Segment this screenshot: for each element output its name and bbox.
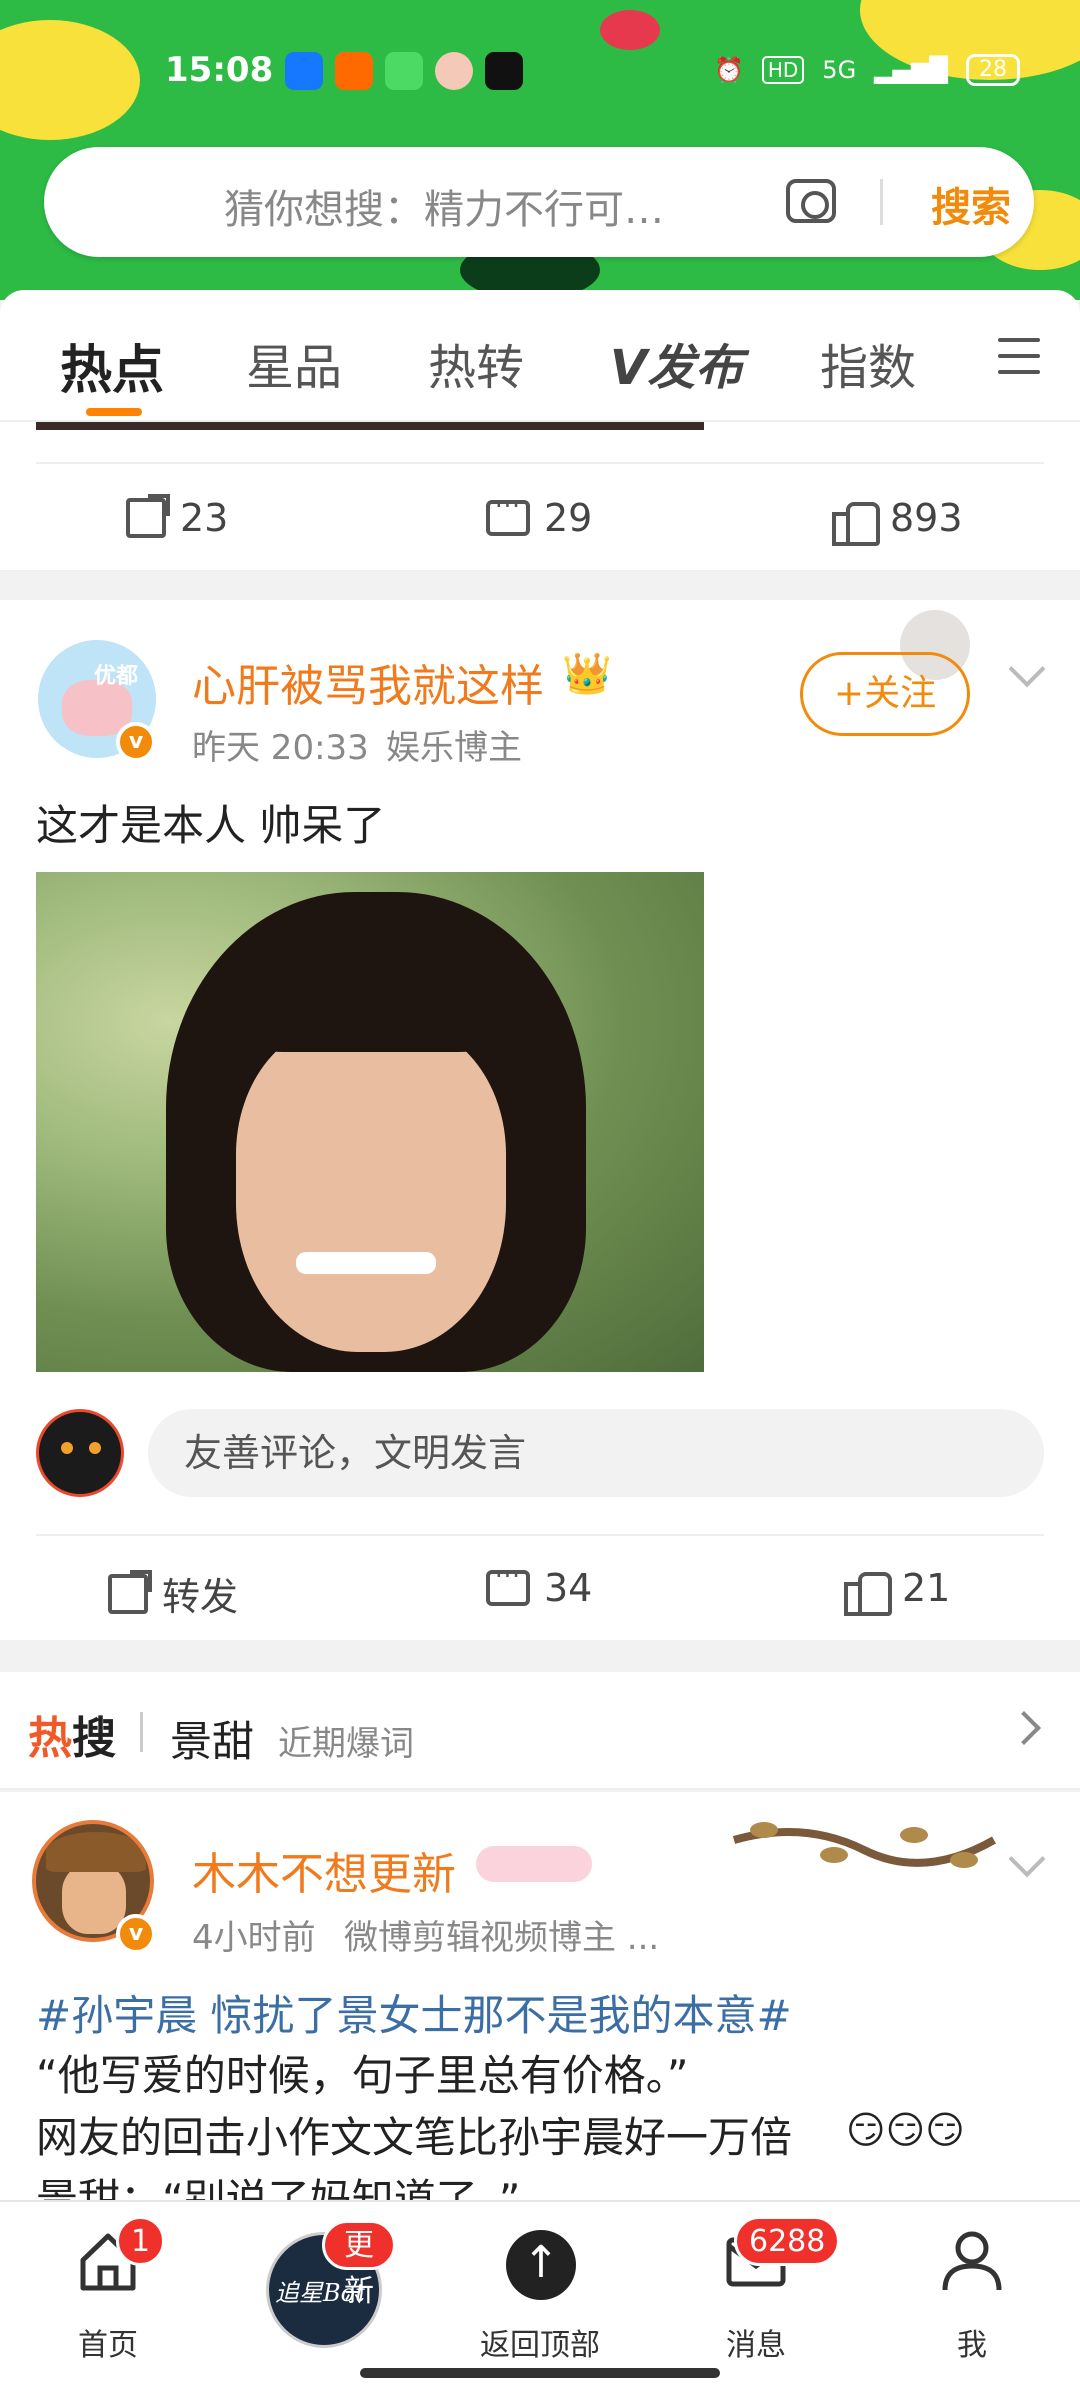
tab-reposts[interactable]: 热转	[428, 328, 524, 398]
verified-badge: v	[116, 722, 156, 762]
branch-decoration-icon	[724, 1800, 1004, 1890]
like-icon	[832, 498, 880, 546]
hot-search-row[interactable]: 热搜 景甜 近期爆词	[0, 1672, 1080, 1790]
hd-indicator: HD	[761, 56, 805, 84]
action-row: 转发 34 21	[0, 1536, 1080, 1646]
tab-hot[interactable]: 热点	[60, 328, 164, 403]
comment-icon	[486, 492, 530, 536]
header-banner: 15:08 ⏰ HD 5G ▂▄▆█ 28 猜你想搜：精力不行可… 搜索	[0, 0, 1080, 300]
post-time: 昨天 20:33	[192, 728, 369, 768]
comment-button[interactable]: 29	[486, 492, 593, 540]
contact-icon	[435, 52, 473, 90]
post-image[interactable]	[36, 872, 704, 1372]
share-label: 转发	[162, 1575, 239, 1619]
username[interactable]: 木木不想更新	[192, 1838, 456, 1902]
hot-tag: 近期爆词	[278, 1724, 414, 1764]
post-text: 这才是本人 帅呆了	[36, 801, 386, 850]
messages-badge: 6288	[734, 2216, 841, 2266]
chevron-right-icon	[1007, 1711, 1041, 1745]
arrow-up-icon: ↑	[506, 2230, 576, 2300]
share-icon	[126, 494, 170, 538]
comment-count: 34	[544, 1566, 593, 1610]
signal-icon: ▂▄▆█	[874, 56, 948, 84]
nav-home-label: 首页	[78, 2328, 138, 2363]
smile-shape	[296, 1252, 436, 1274]
camera-icon[interactable]	[786, 179, 836, 223]
tab-star-products[interactable]: 星品	[246, 328, 342, 398]
taobao-icon	[335, 52, 373, 90]
fan-badge-icon	[476, 1846, 592, 1882]
profile-icon	[942, 2231, 1002, 2291]
nav-me-label: 我	[957, 2328, 987, 2363]
post-image-edge	[36, 422, 704, 430]
search-bar[interactable]: 猜你想搜：精力不行可… 搜索	[44, 147, 1034, 257]
hot-search-logo: 热搜	[28, 1713, 116, 1764]
post-text-line: “他写爱的时候，句子里总有价格。”	[36, 2051, 689, 2100]
fringe-shape	[226, 932, 516, 1052]
status-time: 15:08	[165, 50, 274, 90]
emoji-icons: 😏😏😏	[846, 2108, 965, 2152]
like-icon	[844, 1568, 892, 1616]
topic-link[interactable]: #孙宇晨 惊扰了景女士那不是我的本意#	[36, 1982, 792, 2043]
like-button[interactable]: 21	[844, 1566, 951, 1616]
battery-indicator: 28	[966, 54, 1020, 86]
channel-tabs: 热点 星品 热转 V发布 指数	[0, 290, 1080, 422]
comment-button[interactable]: 34	[486, 1562, 593, 1610]
nav-messages-label: 消息	[726, 2328, 786, 2363]
crown-icon: 👑	[562, 651, 612, 697]
action-row: 23 29 893	[0, 466, 1080, 576]
like-button[interactable]: 893	[832, 496, 963, 546]
comment-count: 29	[544, 496, 593, 540]
like-count: 21	[902, 1566, 951, 1610]
comment-icon	[486, 1562, 530, 1606]
search-divider	[880, 179, 883, 225]
my-avatar	[36, 1409, 124, 1497]
active-tab-indicator	[86, 408, 142, 416]
post-time: 4小时前	[192, 1918, 316, 1958]
alipay-icon	[285, 52, 323, 90]
share-icon	[108, 1569, 152, 1614]
home-indicator[interactable]	[360, 2368, 720, 2378]
menu-icon[interactable]	[998, 338, 1040, 374]
nav-back-to-top-label: 返回顶部	[480, 2328, 600, 2363]
tiktok-icon	[485, 52, 523, 90]
post-card: 23 29 893	[0, 422, 1080, 570]
alarm-icon: ⏰	[713, 56, 744, 84]
search-input[interactable]: 猜你想搜：精力不行可…	[224, 177, 664, 235]
follow-button[interactable]: +关注	[800, 652, 970, 736]
verified-badge: v	[116, 1914, 156, 1954]
share-count: 23	[180, 496, 229, 540]
nav-messages[interactable]: 消息 6288	[686, 2216, 841, 2363]
avatar-label: 优都	[94, 664, 139, 689]
comment-input[interactable]: 友善评论，文明发言	[148, 1409, 1044, 1497]
status-bar: 15:08 ⏰ HD 5G ▂▄▆█ 28	[0, 44, 1080, 104]
nav-home[interactable]: 首页 1	[38, 2216, 178, 2363]
tab-v-publish[interactable]: V发布	[610, 328, 743, 398]
network-indicator: 5G	[822, 56, 857, 84]
hot-divider	[140, 1712, 143, 1752]
search-button[interactable]: 搜索	[931, 175, 1011, 233]
status-right: ⏰ HD 5G ▂▄▆█ 28	[714, 54, 1020, 86]
nav-me[interactable]: 我	[902, 2220, 1042, 2363]
post-text-line: 网友的回击小作文文笔比孙宇晨好一万倍	[36, 2113, 793, 2162]
share-button[interactable]: 23	[126, 494, 229, 540]
username[interactable]: 心肝被骂我就这样	[192, 650, 544, 714]
messages-icon	[385, 52, 423, 90]
comment-row: 友善评论，文明发言	[0, 1395, 1080, 1505]
author-role: 微博剪辑视频博主 ...	[344, 1918, 660, 1958]
divider	[36, 462, 1044, 464]
author-role: 娱乐博主	[386, 728, 522, 768]
tab-index[interactable]: 指数	[820, 328, 916, 398]
face-shape	[236, 1022, 506, 1352]
share-button[interactable]: 转发	[108, 1566, 238, 1621]
hot-keyword: 景甜	[170, 1717, 255, 1766]
like-count: 893	[890, 496, 963, 540]
home-badge: 1	[116, 2216, 166, 2266]
weibo-feed-screen: 15:08 ⏰ HD 5G ▂▄▆█ 28 猜你想搜：精力不行可… 搜索 热点 …	[0, 0, 1080, 2400]
bot-update-badge: 更新	[322, 2220, 396, 2309]
